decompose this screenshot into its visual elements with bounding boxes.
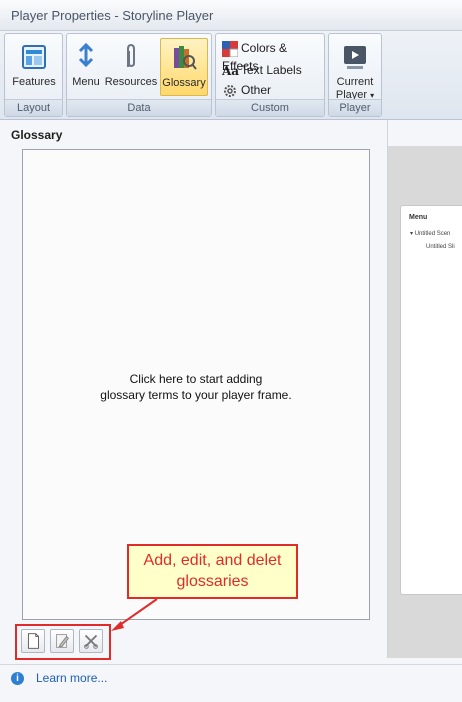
callout-line2: glossaries	[176, 573, 249, 590]
current-player-line1: Current	[336, 76, 374, 88]
title-bar: Player Properties - Storyline Player	[0, 0, 462, 31]
add-glossary-button[interactable]	[21, 629, 45, 653]
menu-icon	[78, 43, 94, 68]
paperclip-icon	[127, 43, 135, 68]
player-group: Current Player ▾ Player	[328, 33, 382, 117]
preview-scene-item: ▾ Untitled Scen	[410, 230, 450, 237]
custom-group-label: Custom	[216, 99, 324, 116]
info-icon: i	[11, 672, 24, 685]
menu-label: Menu	[72, 76, 100, 88]
footer-divider	[0, 664, 462, 665]
ribbon: Features Layout Menu Resources Glossary …	[0, 31, 462, 120]
features-label: Features	[12, 76, 56, 88]
menu-button[interactable]: Menu	[69, 38, 103, 96]
resources-label: Resources	[104, 76, 158, 88]
text-labels-icon: Aa	[222, 63, 240, 78]
features-button[interactable]: Features	[7, 38, 61, 96]
empty-message-line2: glossary terms to your player frame.	[100, 388, 292, 402]
features-icon	[22, 45, 46, 69]
glossary-books-icon	[174, 46, 197, 70]
preview-menu-header: Menu	[409, 214, 428, 221]
colors-effects-button[interactable]: Colors & Effects	[222, 39, 324, 73]
glossary-empty-message[interactable]: Click here to start adding glossary term…	[23, 371, 369, 403]
data-group: Menu Resources Glossary Data	[66, 33, 212, 117]
window-title: Player Properties - Storyline Player	[11, 8, 214, 23]
data-group-label: Data	[67, 99, 211, 116]
edit-icon	[56, 634, 70, 648]
resources-button[interactable]: Resources	[104, 38, 158, 96]
new-document-icon	[27, 633, 39, 649]
scissors-delete-icon	[84, 634, 98, 649]
glossary-label: Glossary	[162, 77, 206, 89]
player-icon	[344, 46, 366, 69]
glossary-button[interactable]: Glossary	[160, 38, 208, 96]
preview-slide-item: Untitled Sli	[426, 244, 455, 250]
current-player-button[interactable]: Current Player ▾	[331, 38, 379, 101]
delete-glossary-button[interactable]	[79, 629, 103, 653]
annotation-callout: Add, edit, and delet glossaries	[127, 544, 298, 599]
empty-message-line1: Click here to start adding	[129, 372, 263, 386]
preview-scene-label: Untitled Scen	[414, 231, 451, 237]
layout-group: Features Layout	[4, 33, 63, 117]
layout-group-label: Layout	[5, 99, 62, 116]
text-labels-button[interactable]: Aa Text Labels	[222, 61, 302, 79]
gear-icon	[224, 84, 236, 97]
other-button[interactable]: Other	[222, 81, 271, 99]
custom-group: Colors & Effects Aa Text Labels Other Cus…	[215, 33, 325, 117]
callout-line1: Add, edit, and delet	[143, 552, 282, 569]
player-group-label: Player	[329, 99, 381, 116]
text-labels-label: Text Labels	[241, 63, 302, 77]
edit-glossary-button[interactable]	[50, 629, 74, 653]
other-label: Other	[241, 83, 272, 97]
learn-more-link[interactable]: Learn more...	[36, 671, 107, 685]
collapse-arrow-icon: ▾	[410, 231, 414, 237]
preview-menu-panel	[400, 205, 462, 595]
callout-arrow	[111, 598, 158, 631]
glossary-panel-title: Glossary	[11, 128, 63, 142]
colors-effects-icon	[222, 40, 238, 57]
